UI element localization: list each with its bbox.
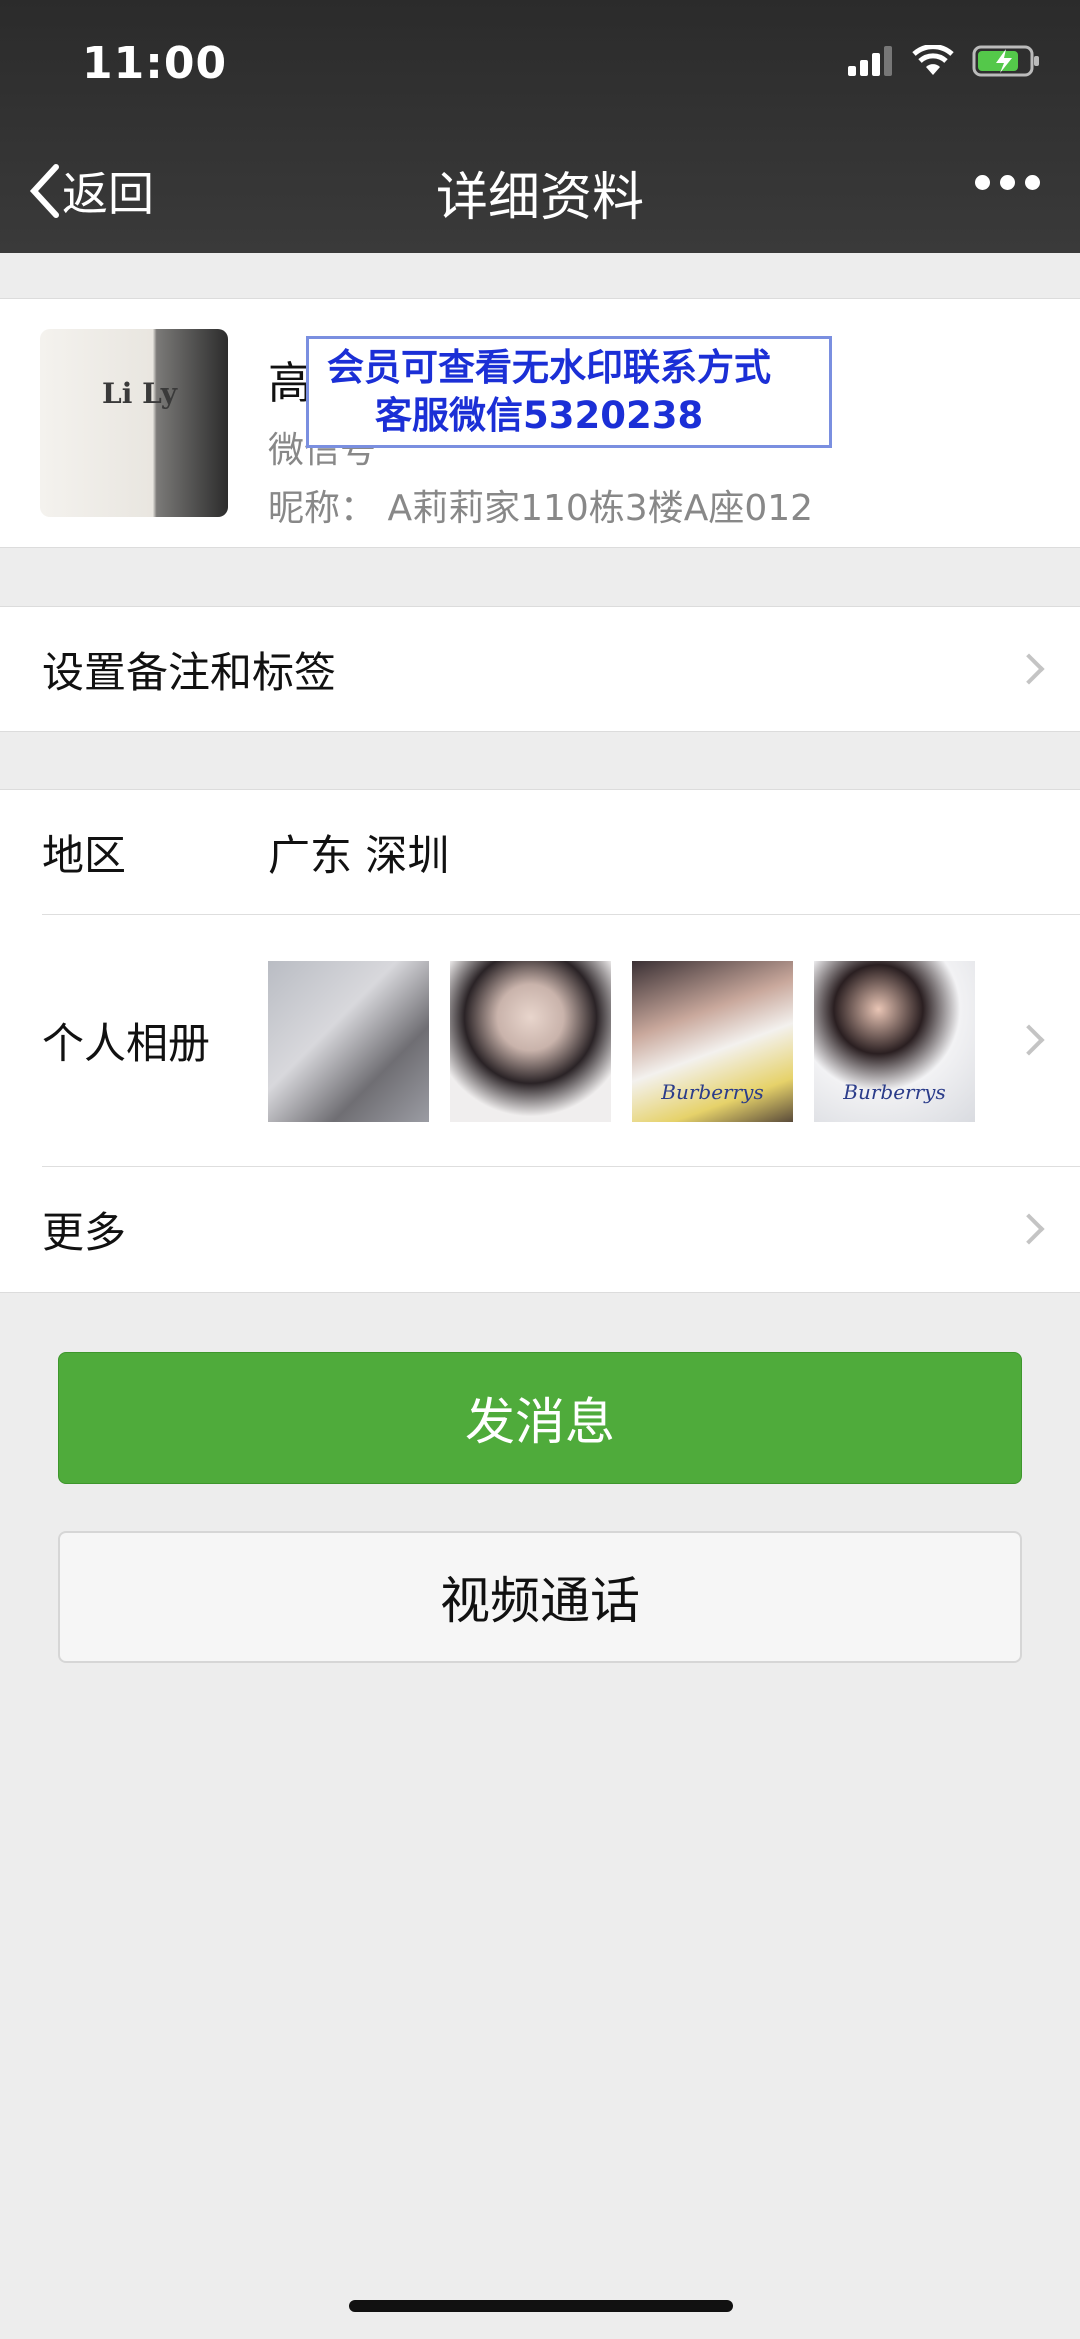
- avatar[interactable]: Li Ly: [40, 329, 228, 517]
- nickname: 昵称： A莉莉家110栋3楼A座012: [268, 488, 814, 529]
- watermark-box: 会员可查看无水印联系方式 客服微信5320238: [306, 336, 832, 448]
- ellipsis-icon: [975, 175, 990, 190]
- album-photo[interactable]: Burberrys: [632, 961, 793, 1122]
- album-photo[interactable]: Burberrys: [814, 961, 975, 1122]
- wifi-icon: [912, 45, 954, 75]
- watermark-line-2: 客服微信5320238: [375, 394, 704, 437]
- album-photo[interactable]: [450, 961, 611, 1122]
- page-title: 详细资料: [435, 168, 644, 228]
- remark-tags-label: 设置备注和标签: [42, 647, 337, 697]
- album-label: 个人相册: [42, 1018, 211, 1068]
- remark-tags-row[interactable]: 设置备注和标签: [0, 607, 1080, 731]
- home-indicator[interactable]: [349, 2300, 733, 2312]
- more-label: 更多: [42, 1207, 127, 1257]
- chevron-right-icon: [1013, 1024, 1045, 1056]
- chevron-right-icon: [1013, 653, 1045, 685]
- region-row: 地区 广东 深圳: [0, 790, 1080, 914]
- album-thumbnails: Burberrys Burberrys: [268, 961, 975, 1122]
- status-icons: [848, 45, 1042, 77]
- top-bar: 11:00 返回 详细资料: [0, 0, 1080, 253]
- signal-icon: [848, 46, 892, 76]
- more-row[interactable]: 更多: [0, 1167, 1080, 1291]
- status-time: 11:00: [82, 38, 228, 89]
- watermark-line-1: 会员可查看无水印联系方式: [327, 346, 771, 389]
- send-message-button[interactable]: 发消息: [58, 1352, 1022, 1484]
- region-label: 地区: [42, 830, 127, 880]
- region-value: 广东 深圳: [268, 830, 450, 880]
- remark-tags-section: 设置备注和标签: [0, 606, 1080, 732]
- video-call-button[interactable]: 视频通话: [58, 1531, 1022, 1663]
- album-photo[interactable]: [268, 961, 429, 1122]
- avatar-logo-text: Li Ly: [102, 377, 178, 410]
- battery-charging-icon: [972, 45, 1039, 77]
- info-section: 地区 广东 深圳 个人相册 Burberrys Burberrys 更多: [0, 789, 1080, 1293]
- chevron-right-icon: [1013, 1213, 1045, 1245]
- more-button[interactable]: [975, 175, 1040, 190]
